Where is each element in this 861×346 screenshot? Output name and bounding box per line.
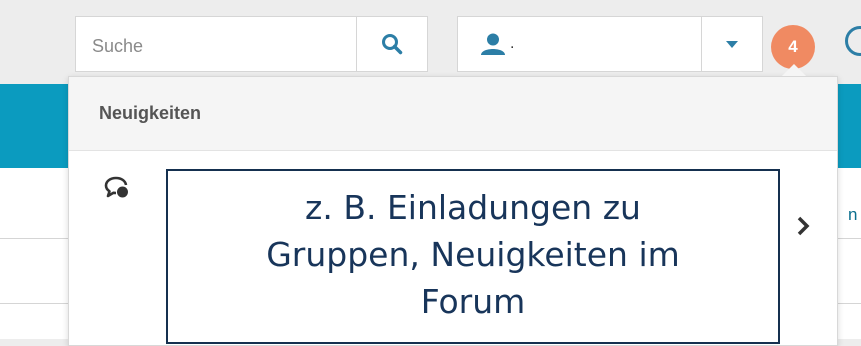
chevron-right-icon[interactable] [796, 215, 810, 237]
notification-badge[interactable]: 4 [771, 25, 815, 69]
partial-text: n [848, 205, 858, 224]
notifications-header: Neuigkeiten [69, 77, 837, 151]
search-icon [382, 34, 403, 55]
chat-bubble-icon [104, 176, 128, 198]
annotation-callout: z. B. Einladungen zu Gruppen, Neuigkeite… [166, 169, 780, 344]
callout-line: z. B. Einladungen zu [305, 188, 641, 227]
search-input[interactable] [90, 31, 344, 61]
search-button[interactable] [356, 16, 428, 72]
user-icon [481, 33, 505, 55]
user-name: . [510, 35, 515, 52]
dropdown-pointer [782, 64, 806, 76]
user-menu[interactable]: . [457, 16, 702, 72]
callout-line: Gruppen, Neuigkeiten im [266, 235, 680, 274]
search-field[interactable] [75, 16, 357, 72]
callout-line: Forum [420, 282, 526, 321]
caret-down-icon [726, 41, 738, 48]
user-menu-dropdown-button[interactable] [701, 16, 763, 72]
